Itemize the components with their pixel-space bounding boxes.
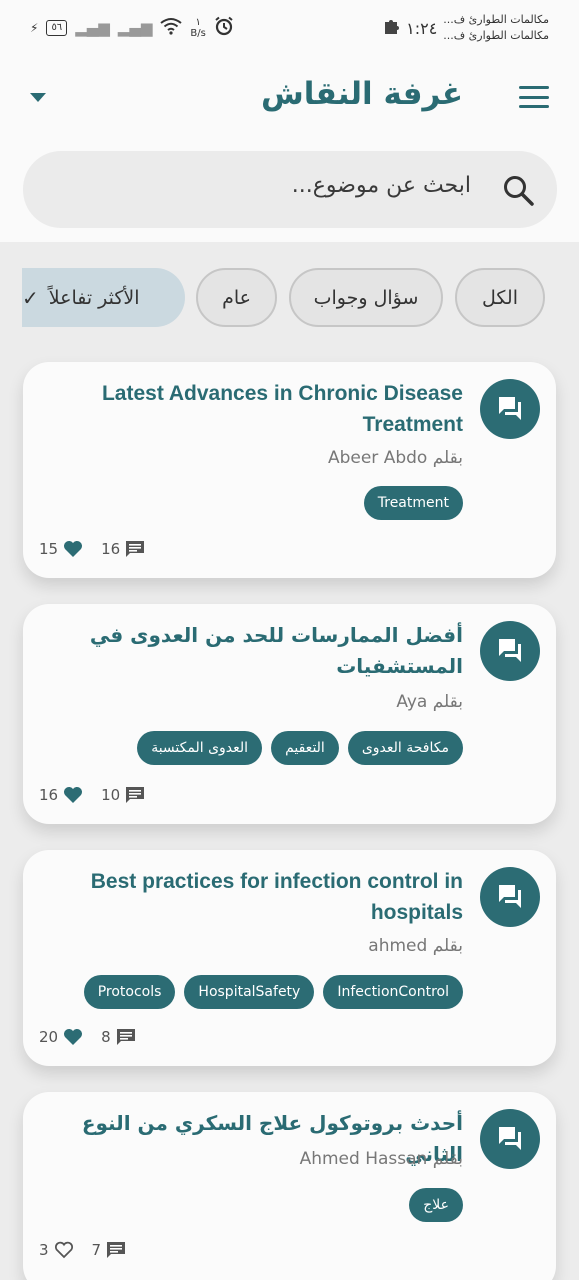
forum-icon [499, 397, 521, 420]
alarm-icon [214, 16, 234, 39]
dropdown-arrow-icon[interactable] [30, 93, 46, 102]
post-card[interactable]: Best practices for infection control in … [23, 850, 556, 1066]
post-stats: 16 10 [39, 786, 145, 804]
post-avatar [480, 1109, 540, 1169]
search-icon[interactable] [501, 173, 535, 207]
status-right: ١:٢٤ مكالمات الطوارئ ف... مكالمات الطوار… [382, 12, 549, 44]
comments-stat[interactable]: 16 [101, 540, 145, 558]
filter-chips: الكل سؤال وجواب عام الأكثر تفاعلاً ✓ [0, 268, 579, 328]
network-speed: ١ B/s [190, 17, 205, 39]
speed-unit: B/s [190, 27, 206, 39]
notification-line: مكالمات الطوارئ ف... [443, 29, 549, 42]
search-bar[interactable]: ابحث عن موضوع... [23, 151, 557, 228]
status-time: ١:٢٤ [406, 18, 438, 38]
post-card[interactable]: أحدث بروتوكول علاج السكري من النوع الثان… [23, 1092, 556, 1280]
comments-stat[interactable]: 8 [101, 1028, 136, 1046]
likes-count: 3 [39, 1241, 49, 1259]
menu-icon[interactable] [519, 86, 549, 108]
post-tags: علاج [409, 1188, 463, 1222]
comment-icon [126, 541, 145, 557]
app-header-area: ⚡ ٥٦ ▂▄▆ ▂▄▆ ١ B/s ١:٢٤ مكالمات الطوارئ … [0, 0, 579, 242]
signal-icon-2: ▂▄▆ [117, 18, 153, 37]
heart-icon [64, 541, 83, 557]
post-title: Best practices for infection control in … [90, 870, 463, 924]
tag-chip[interactable]: علاج [409, 1188, 463, 1222]
heart-icon [64, 787, 83, 803]
likes-stat[interactable]: 3 [39, 1241, 74, 1259]
comment-icon [116, 1029, 135, 1045]
forum-icon [499, 885, 521, 908]
search-input[interactable]: ابحث عن موضوع... [292, 173, 471, 198]
filter-chip-most-interactive[interactable]: الأكثر تفاعلاً ✓ [22, 268, 185, 327]
post-tags: مكافحة العدوى التعقيم العدوى المكتسبة [137, 731, 463, 765]
comments-count: 10 [101, 786, 121, 804]
tag-chip[interactable]: Treatment [363, 486, 463, 520]
charging-icon: ⚡ [30, 20, 39, 35]
post-card[interactable]: أفضل الممارسات للحد من العدوى في المستشف… [23, 604, 556, 824]
post-card[interactable]: Latest Advances in Chronic Disease Treat… [23, 362, 556, 578]
post-title: أفضل الممارسات للحد من العدوى في المستشف… [89, 623, 463, 678]
tag-chip[interactable]: مكافحة العدوى [347, 731, 463, 765]
comment-icon [107, 1242, 126, 1258]
puzzle-icon [382, 17, 400, 39]
post-avatar [480, 379, 540, 439]
post-author: بقلم Abeer Abdo [327, 448, 463, 468]
comments-count: 16 [101, 540, 121, 558]
comments-count: 7 [91, 1241, 102, 1259]
battery-indicator: ٥٦ [46, 19, 68, 36]
status-left: ⚡ ٥٦ ▂▄▆ ▂▄▆ ١ B/s [30, 16, 234, 39]
heart-icon [64, 1029, 83, 1045]
notification-line: مكالمات الطوارئ ف... [443, 13, 549, 26]
post-stats: 20 8 [39, 1028, 136, 1046]
tag-chip[interactable]: التعقيم [271, 731, 339, 765]
post-title: Latest Advances in Chronic Disease Treat… [101, 382, 463, 436]
heart-outline-icon [54, 1241, 73, 1259]
forum-icon [499, 639, 521, 662]
likes-stat[interactable]: 20 [39, 1028, 83, 1046]
comments-stat[interactable]: 10 [101, 786, 145, 804]
post-author: بقلم Ahmed Hassan [299, 1149, 463, 1169]
filter-chip-qa[interactable]: سؤال وجواب [289, 268, 443, 327]
signal-icon: ▂▄▆ [75, 18, 110, 37]
page-title: غرفة النقاش [261, 76, 463, 112]
comments-stat[interactable]: 7 [92, 1241, 127, 1259]
filter-chip-label: الأكثر تفاعلاً [48, 286, 140, 309]
tag-chip[interactable]: Protocols [83, 975, 176, 1009]
post-author: بقلم ahmed [368, 936, 463, 956]
notification-list: مكالمات الطوارئ ف... مكالمات الطوارئ ف..… [443, 12, 549, 44]
post-author: بقلم Aya [396, 692, 463, 712]
speed-value: ١ [195, 16, 201, 28]
checkmark-icon: ✓ [22, 285, 39, 310]
wifi-icon [160, 17, 183, 38]
forum-icon [499, 1127, 521, 1150]
likes-count: 16 [39, 786, 59, 804]
post-tags: Treatment [363, 486, 463, 520]
post-stats: 15 16 [39, 540, 145, 558]
tag-chip[interactable]: InfectionControl [323, 975, 463, 1009]
post-avatar [480, 867, 540, 927]
status-bar: ⚡ ٥٦ ▂▄▆ ▂▄▆ ١ B/s ١:٢٤ مكالمات الطوارئ … [0, 0, 579, 58]
post-stats: 3 7 [39, 1241, 126, 1259]
post-avatar [480, 621, 540, 681]
comments-count: 8 [101, 1028, 111, 1046]
likes-stat[interactable]: 15 [39, 540, 83, 558]
comment-icon [126, 787, 145, 803]
likes-stat[interactable]: 16 [39, 786, 83, 804]
filter-chip-all[interactable]: الكل [455, 268, 545, 327]
post-tags: InfectionControl HospitalSafety Protocol… [83, 975, 463, 1009]
tag-chip[interactable]: العدوى المكتسبة [137, 731, 263, 765]
likes-count: 15 [39, 540, 59, 558]
filter-chip-general[interactable]: عام [196, 268, 277, 327]
likes-count: 20 [39, 1028, 59, 1046]
tag-chip[interactable]: HospitalSafety [184, 975, 315, 1009]
